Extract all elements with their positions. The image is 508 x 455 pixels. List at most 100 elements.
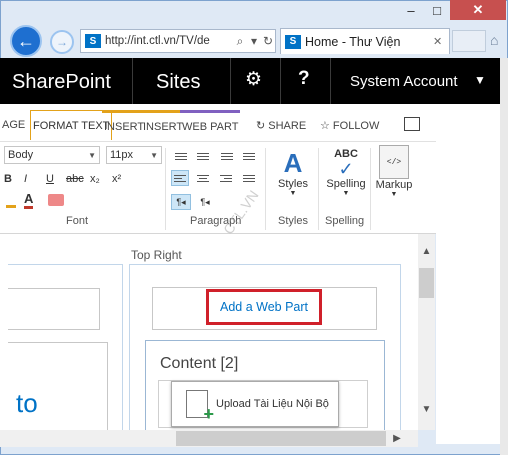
refresh-icon[interactable]: ↻ [261, 34, 275, 48]
share-label: SHARE [268, 120, 307, 132]
browser-tab[interactable]: S Home - Thư Viện ✕ [280, 28, 450, 54]
spelling-button[interactable]: ABC ✓ Spelling ▼ [326, 148, 366, 197]
spelling-button-label: Spelling [326, 178, 366, 190]
font-family-select[interactable]: Body ▼ [4, 146, 100, 164]
justify-icon[interactable] [240, 170, 258, 186]
sharepoint-tab-icon: S [285, 34, 301, 49]
vertical-scroll-thumb[interactable] [419, 268, 434, 298]
window-scrollbar[interactable] [500, 58, 508, 455]
chevron-down-icon: ▼ [390, 191, 398, 198]
styles-button-label: Styles [278, 178, 308, 190]
add-web-part-link[interactable]: Add a Web Part [206, 289, 322, 325]
back-button[interactable]: ← [10, 25, 42, 57]
divider [165, 148, 166, 230]
forward-button[interactable]: → [50, 30, 74, 54]
star-icon: ☆ [320, 120, 333, 132]
horizontal-scroll-thumb[interactable] [176, 431, 386, 446]
tab-web-part[interactable]: WEB PART [180, 110, 241, 140]
divider [265, 148, 266, 230]
styles-button[interactable]: A Styles ▼ [276, 148, 310, 197]
chevron-down-icon: ▼ [289, 190, 297, 197]
address-bar[interactable]: S http://int.ctl.vn/TV/de ⌕ ▾ ↻ [80, 29, 276, 53]
bold-button[interactable]: B [4, 170, 12, 188]
share-button[interactable]: ↻ SHARE [256, 119, 306, 132]
checkmark-icon: ✓ [338, 159, 354, 179]
markup-icon: </> [379, 145, 409, 179]
upload-document-button[interactable]: Upload Tài Liệu Nội Bộ [171, 381, 339, 427]
font-color-icon[interactable]: A [24, 192, 34, 209]
follow-label: FOLLOW [332, 120, 380, 132]
help-icon[interactable]: ? [298, 68, 310, 90]
tab-page[interactable]: AGE [0, 110, 27, 140]
focus-on-content-icon[interactable] [404, 117, 420, 131]
rtl-icon[interactable]: ¶◂ [195, 194, 215, 210]
vertical-scrollbar[interactable] [418, 234, 435, 430]
close-window-button[interactable]: ✕ [450, 0, 506, 20]
forward-arrow-icon: → [56, 35, 68, 49]
sites-link[interactable]: Sites [156, 71, 200, 94]
sharepoint-brand[interactable]: SharePoint [12, 71, 111, 94]
dropdown-icon[interactable]: ▾ [247, 34, 261, 48]
divider [280, 58, 281, 104]
strikethrough-button[interactable]: abc [66, 170, 84, 188]
content-web-part-title[interactable]: Content [2] [160, 355, 238, 373]
indent-icon[interactable] [240, 148, 258, 164]
font-size-value: 11px [110, 149, 134, 161]
divider [318, 148, 319, 230]
left-content-text: to [16, 388, 38, 418]
sharepoint-site-icon: S [85, 34, 101, 48]
minimize-button[interactable]: – [398, 0, 424, 20]
maximize-button[interactable]: □ [424, 0, 450, 20]
address-url[interactable]: http://int.ctl.vn/TV/de [105, 35, 233, 47]
home-icon[interactable]: ⌂ [490, 32, 506, 48]
scroll-down-icon[interactable]: ▼ [418, 402, 435, 416]
follow-button[interactable]: ☆ FOLLOW [320, 119, 379, 132]
align-right-icon[interactable] [217, 170, 235, 186]
new-tab-button[interactable] [452, 30, 486, 52]
tab-insert[interactable]: INSERT [102, 110, 147, 140]
superscript-button[interactable]: x² [112, 170, 121, 188]
font-group-label: Font [66, 215, 89, 227]
divider [132, 58, 133, 104]
tab-title: Home - Thư Viện [305, 34, 401, 49]
subscript-button[interactable]: x₂ [90, 170, 100, 188]
tab-close-icon[interactable]: ✕ [433, 35, 449, 48]
markup-button-label: Markup [375, 179, 413, 191]
back-arrow-icon: ← [17, 30, 35, 51]
scroll-up-icon[interactable]: ▲ [418, 244, 435, 258]
styles-icon: A [283, 148, 303, 178]
styles-group-label: Styles [278, 215, 308, 227]
divider [230, 58, 231, 104]
search-icon[interactable]: ⌕ [233, 34, 247, 49]
tab-insert-secondary[interactable]: INSERT [141, 110, 186, 140]
gear-icon[interactable]: ⚙ [245, 68, 262, 91]
divider [330, 58, 331, 104]
chevron-down-icon: ▼ [88, 150, 96, 160]
account-menu[interactable]: System Account [350, 73, 458, 90]
ltr-icon[interactable]: ¶◂ [171, 194, 191, 210]
right-pane [436, 104, 500, 444]
bullets-icon[interactable] [172, 148, 190, 164]
markup-button[interactable]: </> Markup ▼ [374, 145, 414, 198]
scroll-right-icon[interactable]: ▶ [390, 431, 404, 446]
align-center-icon[interactable] [194, 170, 212, 186]
share-icon: ↻ [256, 120, 269, 132]
chevron-down-icon: ▼ [150, 150, 158, 160]
align-left-icon[interactable] [171, 170, 189, 186]
font-family-value: Body [8, 149, 34, 161]
numbering-icon[interactable] [194, 148, 212, 164]
underline-button[interactable]: U [46, 170, 54, 188]
divider [370, 148, 371, 230]
font-size-select[interactable]: 11px ▼ [106, 146, 162, 164]
spelling-group-label: Spelling [325, 215, 365, 227]
zone-label: Top Right [131, 248, 182, 262]
highlight-color-icon[interactable] [6, 194, 16, 208]
clear-format-icon[interactable] [48, 194, 64, 206]
left-add-web-part-box[interactable] [8, 288, 100, 330]
new-document-icon [186, 390, 214, 425]
chevron-down-icon[interactable]: ▼ [474, 73, 486, 87]
outdent-icon[interactable] [218, 148, 236, 164]
tab-format-text[interactable]: FORMAT TEXT [30, 110, 113, 140]
italic-button[interactable]: I [24, 170, 27, 188]
chevron-down-icon: ▼ [342, 190, 350, 197]
